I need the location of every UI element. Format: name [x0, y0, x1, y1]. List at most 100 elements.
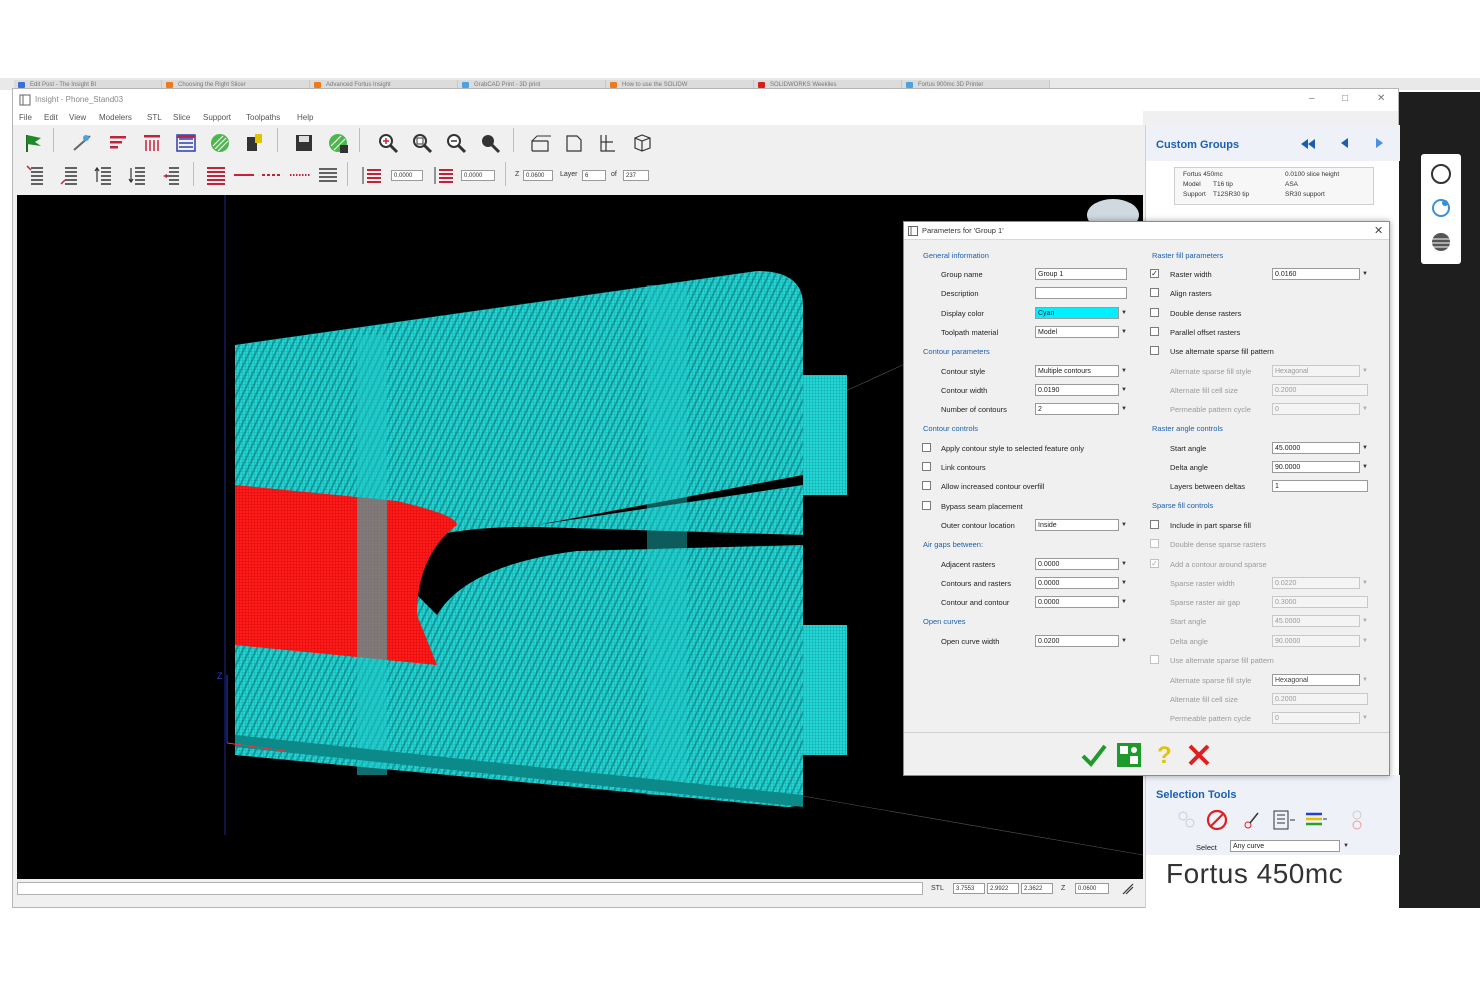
select-by-color-icon[interactable]	[1304, 809, 1328, 831]
layer-first-icon[interactable]	[25, 164, 47, 186]
line-style-multi-icon[interactable]	[317, 164, 339, 186]
include-sparse-checkbox[interactable]	[1150, 520, 1159, 529]
line-style-dash-icon[interactable]	[261, 164, 283, 186]
select-list-icon[interactable]	[1272, 809, 1296, 831]
layer-goto-icon[interactable]	[161, 164, 183, 186]
contour-width-input[interactable]: 0.0190	[1035, 384, 1119, 396]
zoom-fit-icon[interactable]	[479, 132, 501, 154]
menu-toolpaths[interactable]: Toolpaths	[246, 113, 280, 122]
zoom-in-icon[interactable]	[377, 132, 399, 154]
display-color-dropdown[interactable]: Cyan	[1035, 307, 1119, 319]
raster-fill-icon[interactable]	[209, 132, 231, 154]
offset-bottom-icon[interactable]	[433, 164, 455, 186]
contour-style-dropdown[interactable]: Multiple contours	[1035, 365, 1119, 377]
description-input[interactable]	[1035, 287, 1127, 299]
raster-width-input[interactable]: 0.0160	[1272, 268, 1360, 280]
layer-field[interactable]: 6	[582, 170, 606, 181]
rotate-icon[interactable]	[1429, 196, 1453, 220]
minimize-icon[interactable]: –	[1309, 93, 1315, 104]
use-alt-sparse-checkbox[interactable]	[1150, 346, 1159, 355]
chevron-down-icon[interactable]: ▼	[1361, 461, 1369, 473]
bypass-seam-checkbox[interactable]	[922, 501, 931, 510]
line-style-dot-icon[interactable]	[289, 164, 311, 186]
line-style-solid-icon[interactable]	[205, 164, 227, 186]
adjacent-rasters-input[interactable]: 0.0000	[1035, 558, 1119, 570]
menu-slice[interactable]: Slice	[173, 113, 190, 122]
menu-edit[interactable]: Edit	[44, 113, 58, 122]
toolpath-material-dropdown[interactable]: Model	[1035, 326, 1119, 338]
slice-icon[interactable]	[107, 132, 129, 154]
num-contours-input[interactable]: 2	[1035, 403, 1119, 415]
estimate-icon[interactable]	[243, 132, 265, 154]
chevron-down-icon[interactable]: ▼	[1120, 635, 1128, 647]
menu-file[interactable]: File	[19, 113, 32, 122]
deselect-icon[interactable]	[1206, 809, 1228, 831]
layers-between-input[interactable]: 1	[1272, 480, 1368, 492]
close-icon[interactable]: ✕	[1377, 93, 1385, 104]
maximize-icon[interactable]: □	[1342, 93, 1348, 104]
z-value-field[interactable]: 0.0600	[523, 170, 553, 181]
offset-bottom-field[interactable]: 0.0000	[461, 170, 495, 181]
align-rasters-checkbox[interactable]	[1150, 288, 1159, 297]
support-icon[interactable]	[141, 132, 163, 154]
apply-contour-checkbox[interactable]	[922, 443, 931, 452]
menu-modelers[interactable]: Modelers	[99, 113, 132, 122]
zoom-window-icon[interactable]	[411, 132, 433, 154]
select-chain-icon[interactable]	[1242, 809, 1264, 831]
chevron-down-icon[interactable]: ▼	[1120, 596, 1128, 608]
sphere-icon[interactable]	[1429, 162, 1453, 186]
chevron-down-icon[interactable]: ▼	[1120, 365, 1128, 377]
menu-view[interactable]: View	[69, 113, 86, 122]
offset-top-field[interactable]: 0.0000	[391, 170, 423, 181]
menu-stl[interactable]: STL	[147, 113, 162, 122]
layer-down-icon[interactable]	[127, 164, 149, 186]
previous-icon[interactable]	[1338, 136, 1352, 150]
layer-last-icon[interactable]	[59, 164, 81, 186]
contours-rasters-input[interactable]: 0.0000	[1035, 577, 1119, 589]
apply-icon[interactable]	[1116, 742, 1142, 768]
chevron-down-icon[interactable]: ▼	[1342, 840, 1350, 852]
select-type-dropdown[interactable]: Any curve	[1230, 840, 1340, 852]
zoom-out-icon[interactable]	[445, 132, 467, 154]
chevron-down-icon[interactable]: ▼	[1120, 384, 1128, 396]
group-name-input[interactable]: Group 1	[1035, 268, 1127, 280]
view-front-icon[interactable]	[529, 132, 551, 154]
delta-angle-input[interactable]: 90.0000	[1272, 461, 1360, 473]
rewind-icon[interactable]	[1300, 138, 1316, 150]
chevron-down-icon[interactable]: ▼	[1361, 442, 1369, 454]
select-faded-icon[interactable]	[1176, 809, 1196, 829]
cancel-x-icon[interactable]	[1186, 742, 1212, 768]
layers-sphere-icon[interactable]	[1429, 230, 1453, 254]
offset-top-icon[interactable]	[361, 164, 383, 186]
line-style-thick-icon[interactable]	[233, 164, 255, 186]
view-top-icon[interactable]	[597, 132, 619, 154]
flag-icon[interactable]	[23, 132, 45, 154]
chevron-down-icon[interactable]: ▼	[1120, 519, 1128, 531]
link-contours-checkbox[interactable]	[922, 462, 931, 471]
chevron-down-icon[interactable]: ▼	[1120, 403, 1128, 415]
outer-contour-location-dropdown[interactable]: Inside	[1035, 519, 1119, 531]
orient-icon[interactable]	[71, 132, 93, 154]
toolpath-icon[interactable]	[175, 132, 197, 154]
save-toolpath-icon[interactable]	[327, 132, 349, 154]
chevron-down-icon[interactable]: ▼	[1361, 268, 1369, 280]
start-angle-input[interactable]: 45.0000	[1272, 442, 1360, 454]
layer-up-icon[interactable]	[93, 164, 115, 186]
menu-help[interactable]: Help	[297, 113, 313, 122]
view-side-icon[interactable]	[563, 132, 585, 154]
dialog-close-icon[interactable]: ✕	[1374, 224, 1383, 237]
contour-contour-input[interactable]: 0.0000	[1035, 596, 1119, 608]
view-iso-icon[interactable]	[631, 132, 653, 154]
raster-width-checkbox[interactable]: ✓	[1150, 269, 1159, 278]
ok-check-icon[interactable]	[1080, 741, 1108, 769]
next-icon[interactable]	[1372, 136, 1386, 150]
help-question-icon[interactable]: ?	[1154, 740, 1174, 768]
select-clear-faded-icon[interactable]	[1346, 809, 1368, 831]
chevron-down-icon[interactable]: ▼	[1120, 577, 1128, 589]
parallel-offset-checkbox[interactable]	[1150, 327, 1159, 336]
allow-overfill-checkbox[interactable]	[922, 481, 931, 490]
chevron-down-icon[interactable]: ▼	[1120, 326, 1128, 338]
chevron-down-icon[interactable]: ▼	[1120, 558, 1128, 570]
pick-icon[interactable]	[1121, 882, 1135, 896]
open-curve-width-input[interactable]: 0.0200	[1035, 635, 1119, 647]
